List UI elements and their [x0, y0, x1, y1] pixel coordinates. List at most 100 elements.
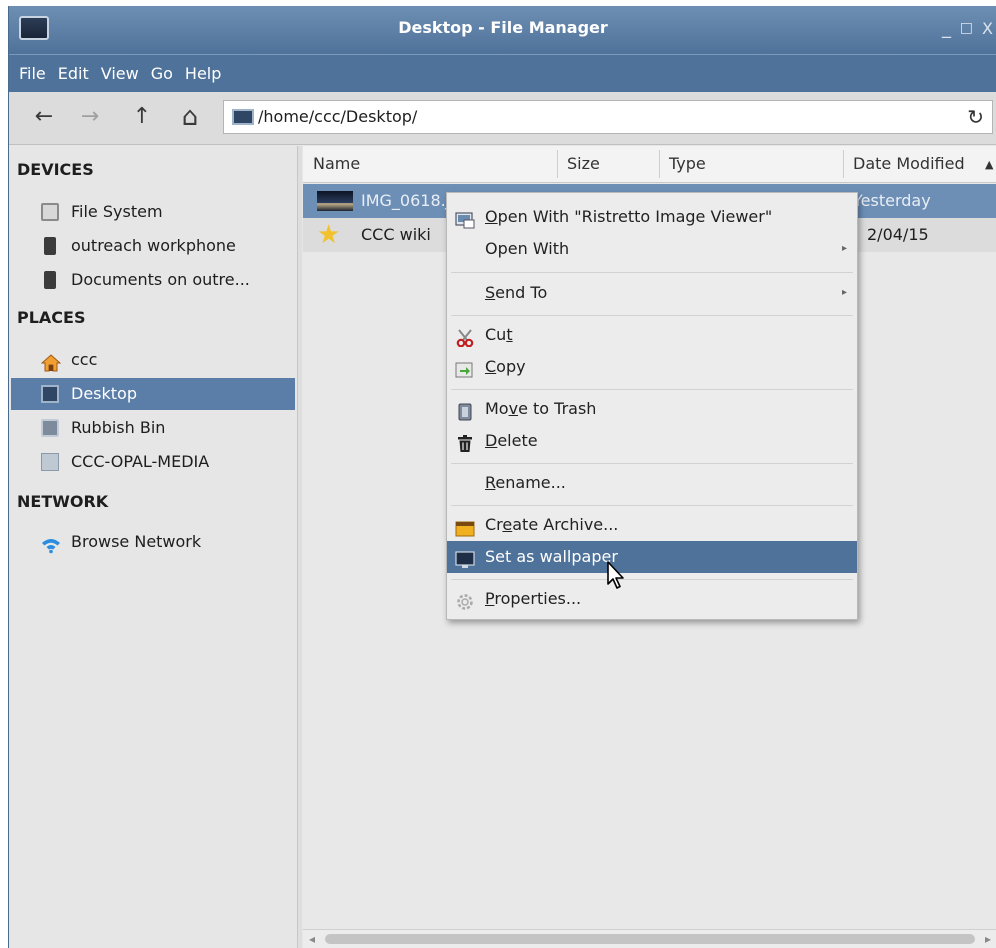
up-arrow-icon[interactable]: ↑	[127, 102, 157, 132]
mnemonic-key: C	[485, 357, 497, 376]
mnemonic-key: e	[502, 515, 513, 534]
menu-item-label: ate Archive...	[512, 515, 619, 534]
column-name[interactable]: Name	[313, 154, 360, 173]
menu-item-create-archive[interactable]: Create Archive...	[447, 509, 857, 541]
sidebar-item-label: Desktop	[71, 384, 137, 403]
sidebar-item-outreach-workphone[interactable]: outreach workphone	[11, 230, 295, 262]
submenu-arrow-icon: ▸	[841, 287, 847, 298]
menu-go[interactable]: Go	[145, 55, 179, 93]
sidebar-item-desktop[interactable]: Desktop	[11, 378, 295, 410]
scissors-icon	[455, 326, 475, 348]
devices-section-header: DEVICES	[17, 160, 94, 179]
delete-icon	[455, 432, 475, 452]
mnemonic-key: t	[506, 325, 513, 344]
mnemonic-key: D	[485, 431, 498, 450]
back-arrow-icon[interactable]: ←	[29, 102, 59, 132]
location-path[interactable]: /home/ccc/Desktop/	[258, 107, 417, 126]
mnemonic-key: v	[508, 399, 519, 418]
reload-icon[interactable]: ↻	[967, 105, 984, 129]
menu-item-rename[interactable]: Rename...	[447, 467, 857, 499]
menu-separator	[451, 463, 853, 464]
monitor-icon	[455, 548, 475, 568]
menu-item-copy[interactable]: Copy	[447, 351, 857, 383]
sidebar-item-label: Rubbish Bin	[71, 418, 166, 437]
home-folder-icon	[40, 351, 62, 372]
sidebar-item-browse-network[interactable]: Browse Network	[11, 526, 295, 558]
star-bookmark-icon: ★	[317, 220, 341, 250]
sidebar-item-label: File System	[71, 202, 163, 221]
menu-item-label: elete	[497, 431, 538, 450]
pane-splitter[interactable]	[297, 146, 302, 948]
column-size[interactable]: Size	[567, 154, 600, 173]
mnemonic-pre: Cu	[485, 325, 507, 344]
menu-separator	[451, 315, 853, 316]
trash-icon	[41, 419, 59, 437]
column-date-modified[interactable]: Date Modified	[853, 154, 965, 173]
column-separator[interactable]	[843, 150, 844, 178]
desktop-icon	[41, 385, 59, 403]
mnemonic-pre: Mo	[485, 399, 509, 418]
archive-icon	[455, 516, 475, 537]
network-section-header: NETWORK	[17, 492, 109, 511]
sidebar-item-documents-on-outreach[interactable]: Documents on outre...	[11, 264, 295, 296]
image-viewer-icon	[455, 208, 475, 229]
sidebar-item-file-system[interactable]: File System	[11, 196, 295, 228]
horizontal-scrollbar[interactable]: ◂ ▸	[303, 929, 996, 948]
folder-icon	[41, 453, 59, 471]
minimize-button[interactable]: _	[942, 18, 951, 39]
menu-item-delete[interactable]: Delete	[447, 425, 857, 457]
sidebar-item-ccc[interactable]: ccc	[11, 344, 295, 376]
menu-separator	[451, 579, 853, 580]
maximize-button[interactable]: □	[960, 20, 973, 36]
sidebar-item-ccc-opal-media[interactable]: CCC-OPAL-MEDIA	[11, 446, 295, 478]
menu-item-label: roperties...	[494, 589, 582, 608]
menu-item-move-to-trash[interactable]: Move to Trash	[447, 393, 857, 425]
menu-item-label: ename...	[495, 473, 566, 492]
file-date: 2/04/15	[867, 225, 929, 244]
close-button[interactable]: X	[982, 19, 993, 38]
image-thumbnail-icon	[317, 191, 353, 211]
menu-item-set-as-wallpaper[interactable]: Set as wallpaper	[447, 541, 857, 573]
menu-item-cut[interactable]: Cut	[447, 319, 857, 351]
column-separator[interactable]	[659, 150, 660, 178]
desktop-folder-icon	[232, 109, 254, 125]
menu-item-label: e to Trash	[518, 399, 597, 418]
scroll-right-icon[interactable]: ▸	[985, 930, 991, 948]
toolbar: ← → ↑ ⌂ /home/ccc/Desktop/ ↻	[9, 92, 996, 145]
mnemonic-key: O	[485, 207, 498, 226]
location-bar[interactable]: /home/ccc/Desktop/ ↻	[223, 100, 993, 134]
file-date: Yesterday	[853, 191, 931, 210]
context-menu: Open With "Ristretto Image Viewer" Open …	[446, 192, 858, 620]
menu-item-label: Set as wallpaper	[485, 547, 618, 566]
sidebar-item-rubbish-bin[interactable]: Rubbish Bin	[11, 412, 295, 444]
home-icon[interactable]: ⌂	[175, 102, 205, 132]
sort-ascending-icon: ▲	[985, 158, 994, 171]
menu-item-open-with[interactable]: Open With ▸	[447, 233, 857, 265]
title-bar[interactable]: Desktop - File Manager _ □ X	[9, 6, 996, 54]
mnemonic-key: P	[485, 589, 495, 608]
scroll-left-icon[interactable]: ◂	[309, 930, 315, 948]
sidebar-item-label: Documents on outre...	[71, 270, 250, 289]
menu-view[interactable]: View	[95, 55, 145, 93]
scrollbar-thumb[interactable]	[325, 934, 975, 944]
mnemonic-pre: Cr	[485, 515, 503, 534]
menu-help[interactable]: Help	[179, 55, 227, 93]
sidebar-item-label: CCC-OPAL-MEDIA	[71, 452, 210, 471]
menu-item-send-to[interactable]: Send To ▸	[447, 277, 857, 309]
column-header: Name Size Type Date Modified ▲	[303, 146, 996, 183]
phone-icon	[44, 237, 56, 255]
places-section-header: PLACES	[17, 308, 86, 327]
menu-item-properties[interactable]: Properties...	[447, 583, 857, 615]
menu-edit[interactable]: Edit	[52, 55, 95, 93]
menu-item-label: pen With "Ristretto Image Viewer"	[497, 207, 773, 226]
menu-bar: File Edit View Go Help	[9, 54, 996, 93]
file-name: CCC wiki	[361, 225, 431, 244]
menu-file[interactable]: File	[9, 55, 52, 93]
menu-item-label: end To	[495, 283, 548, 302]
menu-item-open-with-default[interactable]: Open With "Ristretto Image Viewer"	[447, 201, 857, 233]
submenu-arrow-icon: ▸	[841, 243, 847, 254]
column-type[interactable]: Type	[669, 154, 706, 173]
forward-arrow-icon[interactable]: →	[75, 102, 105, 132]
menu-separator	[451, 272, 853, 273]
column-separator[interactable]	[557, 150, 558, 178]
